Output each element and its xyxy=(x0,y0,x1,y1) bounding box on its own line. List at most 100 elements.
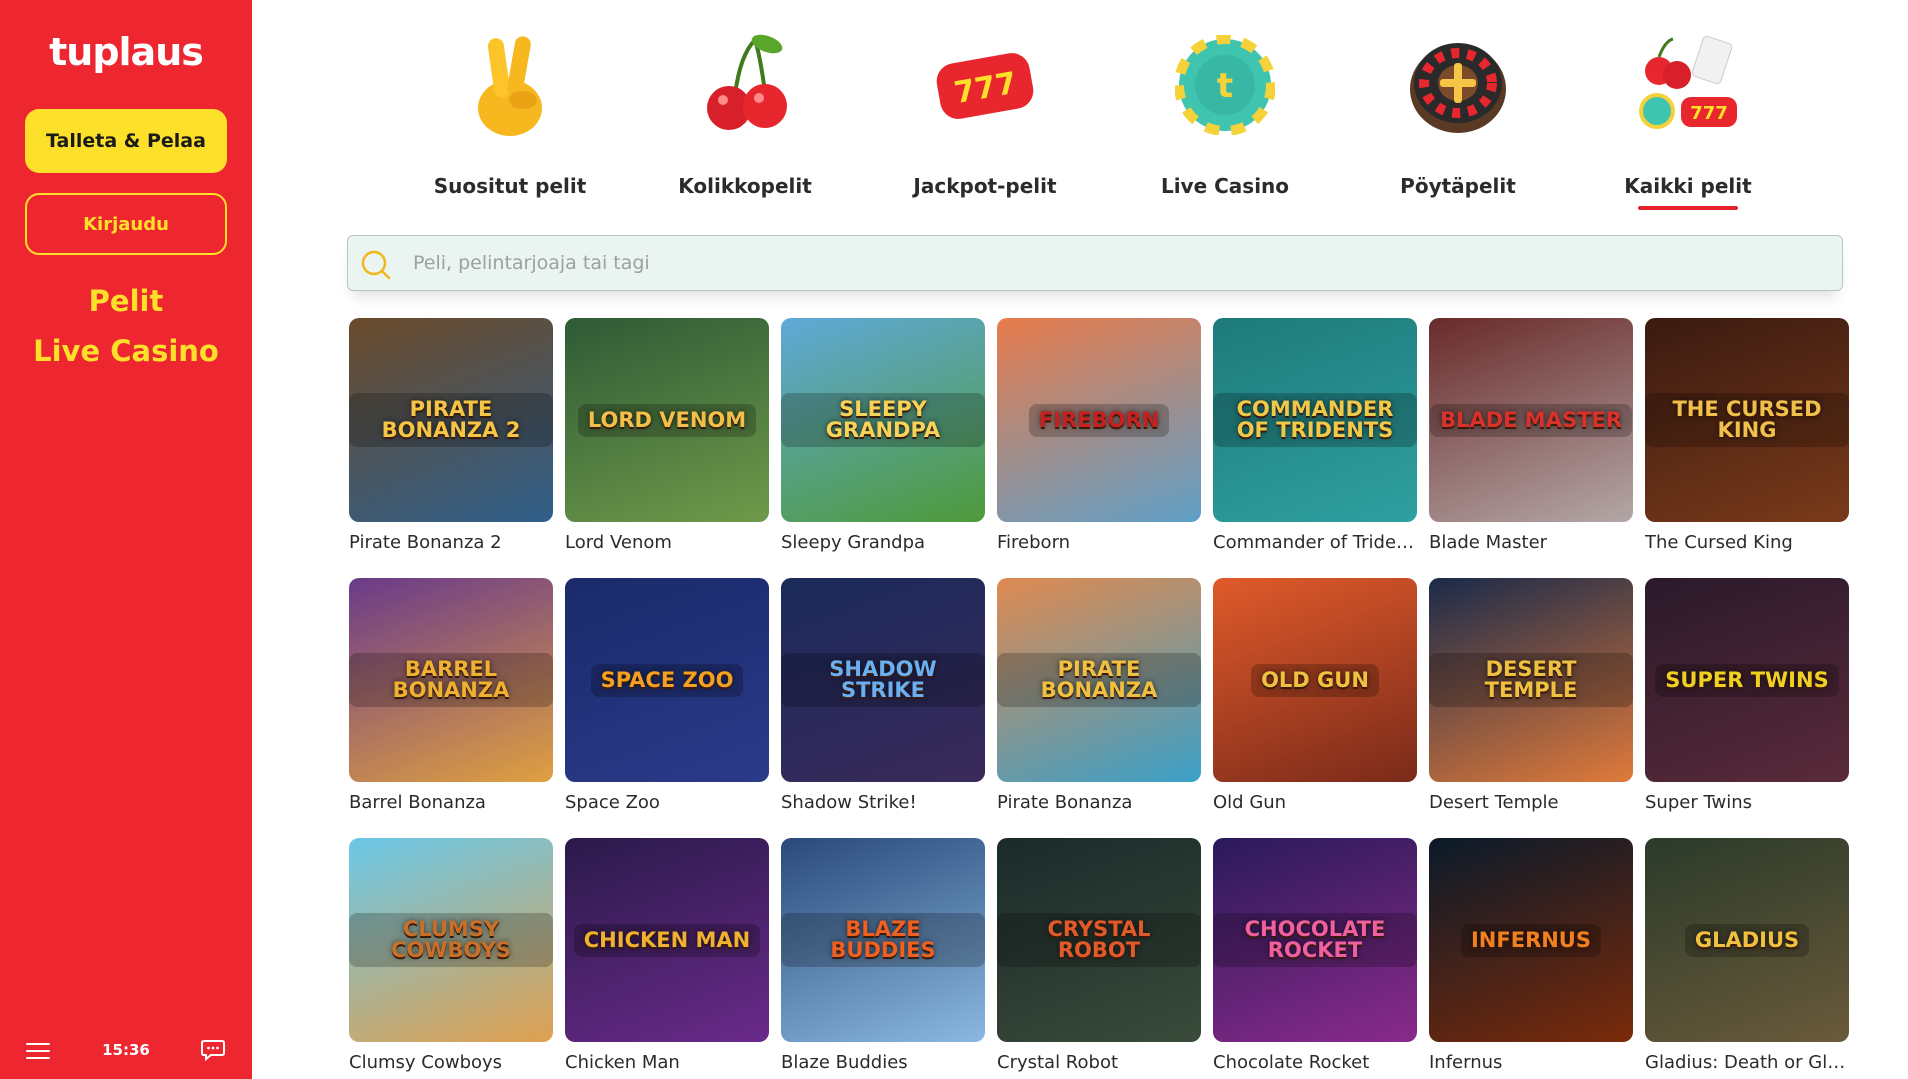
category-kaikki-pelit[interactable]: 777 Kaikki pelit xyxy=(1598,30,1778,210)
game-name: Pirate Bonanza xyxy=(997,792,1133,813)
sidebar: tuplaus Talleta & Pelaa Kirjaudu Pelit L… xyxy=(0,0,252,1079)
game-name: Sleepy Grandpa xyxy=(781,532,926,553)
chat-icon[interactable] xyxy=(200,1038,226,1062)
game-tile[interactable]: SHADOW STRIKE Shadow Strike! xyxy=(781,578,985,813)
game-thumbnail[interactable]: GLADIUS xyxy=(1645,838,1849,1042)
game-logo-art: INFERNUS xyxy=(1460,923,1601,957)
sidebar-item-pelit[interactable]: Pelit xyxy=(0,276,252,326)
hamburger-icon[interactable] xyxy=(26,1043,50,1059)
game-name: Commander of Tridents xyxy=(1213,532,1417,553)
game-thumbnail[interactable]: CRYSTAL ROBOT xyxy=(997,838,1201,1042)
game-logo-art: SUPER TWINS xyxy=(1655,663,1839,697)
game-thumbnail[interactable]: DESERT TEMPLE xyxy=(1429,578,1633,782)
game-thumbnail[interactable]: CHICKEN MAN xyxy=(565,838,769,1042)
game-logo-art: LORD VENOM xyxy=(577,403,757,437)
game-tile[interactable]: SLEEPY GRANDPA Sleepy Grandpa xyxy=(781,318,985,553)
game-name: Fireborn xyxy=(997,532,1071,553)
game-name: Gladius: Death or Glory xyxy=(1645,1052,1849,1073)
game-logo-art: GLADIUS xyxy=(1684,923,1810,957)
category-label: Kaikki pelit xyxy=(1624,174,1752,198)
game-tile[interactable]: THE CURSED KING The Cursed King xyxy=(1645,318,1849,553)
game-thumbnail[interactable]: PIRATE BONANZA 2 xyxy=(349,318,553,522)
game-tile[interactable]: PIRATE BONANZA 2 Pirate Bonanza 2 xyxy=(349,318,553,553)
game-logo-art: CHOCOLATE ROCKET xyxy=(1213,913,1417,967)
game-thumbnail[interactable]: THE CURSED KING xyxy=(1645,318,1849,522)
game-logo-art: CLUMSY COWBOYS xyxy=(349,913,553,967)
search-input[interactable] xyxy=(413,236,1813,290)
game-thumbnail[interactable]: INFERNUS xyxy=(1429,838,1633,1042)
sidebar-item-live-casino[interactable]: Live Casino xyxy=(0,326,252,376)
game-tile[interactable]: OLD GUN Old Gun xyxy=(1213,578,1417,813)
game-thumbnail[interactable]: COMMANDER OF TRIDENTS xyxy=(1213,318,1417,522)
category-label: Jackpot-pelit xyxy=(913,174,1057,198)
game-tile[interactable]: CLUMSY COWBOYS Clumsy Cowboys xyxy=(349,838,553,1073)
game-tile[interactable]: FIREBORN Fireborn xyxy=(997,318,1201,553)
game-thumbnail[interactable]: BLAZE BUDDIES xyxy=(781,838,985,1042)
clock: 15:36 xyxy=(102,1041,150,1059)
game-thumbnail[interactable]: BLADE MASTER xyxy=(1429,318,1633,522)
game-tile[interactable]: CHOCOLATE ROCKET Chocolate Rocket xyxy=(1213,838,1417,1073)
game-logo-art: FIREBORN xyxy=(1028,403,1170,437)
game-thumbnail[interactable]: LORD VENOM xyxy=(565,318,769,522)
game-tile[interactable]: PIRATE BONANZA Pirate Bonanza xyxy=(997,578,1201,813)
casino-chip-icon: t xyxy=(1170,30,1280,140)
sidebar-nav: Pelit Live Casino xyxy=(0,276,252,376)
game-tile[interactable]: BARREL BONANZA Barrel Bonanza xyxy=(349,578,553,813)
game-tile[interactable]: BLAZE BUDDIES Blaze Buddies xyxy=(781,838,985,1073)
game-logo-art: SLEEPY GRANDPA xyxy=(781,393,985,447)
game-name: The Cursed King xyxy=(1645,532,1793,553)
game-name: Pirate Bonanza 2 xyxy=(349,532,502,553)
game-name: Shadow Strike! xyxy=(781,792,917,813)
game-thumbnail[interactable]: SHADOW STRIKE xyxy=(781,578,985,782)
brand-logo[interactable]: tuplaus xyxy=(0,30,252,74)
game-tile[interactable]: COMMANDER OF TRIDENTS Commander of Triden… xyxy=(1213,318,1417,553)
game-logo-art: CHICKEN MAN xyxy=(573,923,761,957)
category-suositut-pelit[interactable]: Suositut pelit xyxy=(420,30,600,198)
game-logo-art: PIRATE BONANZA 2 xyxy=(349,393,553,447)
game-tile[interactable]: CRYSTAL ROBOT Crystal Robot xyxy=(997,838,1201,1073)
game-thumbnail[interactable]: CLUMSY COWBOYS xyxy=(349,838,553,1042)
search-icon xyxy=(360,249,392,281)
game-tile[interactable]: GLADIUS Gladius: Death or Glory xyxy=(1645,838,1849,1073)
sidebar-footer: 15:36 xyxy=(0,1036,252,1066)
game-thumbnail[interactable]: SUPER TWINS xyxy=(1645,578,1849,782)
game-thumbnail[interactable]: SPACE ZOO xyxy=(565,578,769,782)
game-tile[interactable]: SUPER TWINS Super Twins xyxy=(1645,578,1849,813)
game-name: Chicken Man xyxy=(565,1052,680,1073)
game-tile[interactable]: LORD VENOM Lord Venom xyxy=(565,318,769,553)
search-bar xyxy=(347,235,1843,291)
game-thumbnail[interactable]: OLD GUN xyxy=(1213,578,1417,782)
category-jackpot-pelit[interactable]: 777 Jackpot-pelit xyxy=(895,30,1075,198)
deposit-play-button[interactable]: Talleta & Pelaa xyxy=(25,109,227,173)
game-name: Lord Venom xyxy=(565,532,672,553)
game-thumbnail[interactable]: FIREBORN xyxy=(997,318,1201,522)
category-label: Kolikkopelit xyxy=(678,174,812,198)
game-tile[interactable]: INFERNUS Infernus xyxy=(1429,838,1633,1073)
game-tile[interactable]: SPACE ZOO Space Zoo xyxy=(565,578,769,813)
category-live-casino[interactable]: t Live Casino xyxy=(1135,30,1315,198)
game-name: Infernus xyxy=(1429,1052,1503,1073)
game-name: Clumsy Cowboys xyxy=(349,1052,503,1073)
game-thumbnail[interactable]: CHOCOLATE ROCKET xyxy=(1213,838,1417,1042)
game-thumbnail[interactable]: SLEEPY GRANDPA xyxy=(781,318,985,522)
game-name: Crystal Robot xyxy=(997,1052,1119,1073)
game-tile[interactable]: BLADE MASTER Blade Master xyxy=(1429,318,1633,553)
category-bar: Suositut pelit Kolikkopelit 777 Jackpot-… xyxy=(420,30,1780,210)
game-tile[interactable]: DESERT TEMPLE Desert Temple xyxy=(1429,578,1633,813)
game-name: Super Twins xyxy=(1645,792,1752,813)
svg-text:t: t xyxy=(1217,66,1233,106)
game-tile[interactable]: CHICKEN MAN Chicken Man xyxy=(565,838,769,1073)
game-logo-art: BLAZE BUDDIES xyxy=(781,913,985,967)
category-kolikkopelit[interactable]: Kolikkopelit xyxy=(655,30,835,198)
triple-seven-icon: 777 xyxy=(930,30,1040,140)
game-logo-art: DESERT TEMPLE xyxy=(1429,653,1633,707)
game-logo-art: PIRATE BONANZA xyxy=(997,653,1201,707)
login-button[interactable]: Kirjaudu xyxy=(25,193,227,255)
roulette-wheel-icon xyxy=(1403,30,1513,140)
game-thumbnail[interactable]: BARREL BONANZA xyxy=(349,578,553,782)
victory-hand-icon xyxy=(455,30,565,140)
game-thumbnail[interactable]: PIRATE BONANZA xyxy=(997,578,1201,782)
category-label: Live Casino xyxy=(1160,174,1290,198)
all-games-icon: 777 xyxy=(1633,30,1743,140)
category-poytapelit[interactable]: Pöytäpelit xyxy=(1368,30,1548,198)
